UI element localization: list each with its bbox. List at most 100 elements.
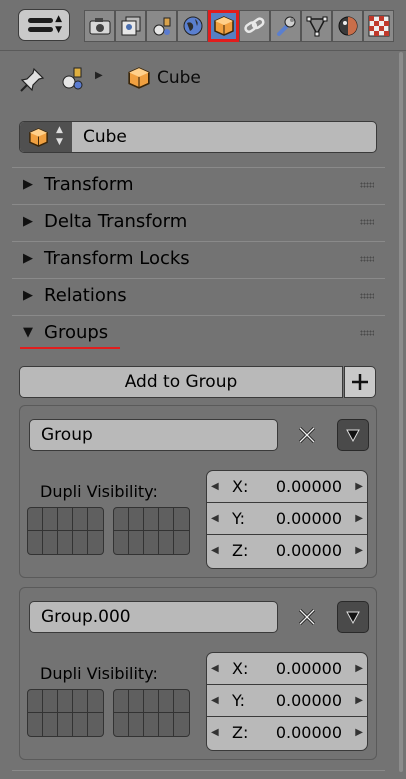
tab-constraints[interactable] [239, 10, 270, 42]
increment-arrow-icon[interactable]: ▶ [355, 695, 363, 706]
close-icon[interactable] [296, 424, 318, 446]
layer-cell[interactable] [88, 690, 103, 713]
layer-cell[interactable] [174, 508, 189, 531]
layer-cell[interactable] [129, 690, 144, 713]
tab-render[interactable] [84, 10, 115, 42]
layer-cell[interactable] [28, 508, 43, 531]
drag-handle-icon[interactable] [360, 293, 374, 299]
offset-x-field[interactable]: ◀ X: 0.00000 ▶ [207, 653, 367, 685]
layer-cell[interactable] [73, 690, 88, 713]
layer-cell[interactable] [58, 690, 73, 713]
panel-relations[interactable]: ▶ Relations [12, 278, 385, 314]
chevron-down-icon: ▼ [55, 25, 62, 35]
layer-cell[interactable] [144, 531, 159, 554]
layer-cell[interactable] [28, 690, 43, 713]
drag-handle-icon[interactable] [360, 219, 374, 225]
layer-cell[interactable] [174, 531, 189, 554]
panel-delta-transform[interactable]: ▶ Delta Transform [12, 204, 385, 240]
layer-cell[interactable] [159, 508, 174, 531]
tab-scene[interactable] [146, 10, 177, 42]
layer-cell[interactable] [88, 531, 103, 554]
tab-modifiers[interactable] [270, 10, 301, 42]
vertex-triangle-icon [306, 16, 327, 37]
layer-cell[interactable] [144, 508, 159, 531]
tab-texture[interactable] [363, 10, 394, 42]
layer-cell[interactable] [144, 713, 159, 736]
drag-handle-icon[interactable] [360, 182, 374, 188]
layer-cell[interactable] [58, 713, 73, 736]
layer-cell[interactable] [159, 531, 174, 554]
new-group-button[interactable] [344, 366, 376, 398]
group-name-field[interactable]: Group [29, 419, 278, 451]
tab-material[interactable] [332, 10, 363, 42]
layer-cell[interactable] [58, 508, 73, 531]
increment-arrow-icon[interactable]: ▶ [355, 545, 363, 556]
editor-type-button[interactable]: ▲ ▼ [18, 9, 70, 41]
layer-cell[interactable] [159, 690, 174, 713]
scrollbar[interactable] [398, 52, 404, 772]
layer-cell[interactable] [88, 713, 103, 736]
tab-world[interactable] [177, 10, 208, 42]
decrement-arrow-icon[interactable]: ◀ [211, 545, 219, 556]
layer-cell[interactable] [58, 531, 73, 554]
layer-cell[interactable] [28, 713, 43, 736]
breadcrumb-object-label: Cube [157, 68, 201, 88]
increment-arrow-icon[interactable]: ▶ [355, 513, 363, 524]
layer-cell[interactable] [174, 713, 189, 736]
offset-z-field[interactable]: ◀ Z: 0.00000 ▶ [207, 717, 367, 749]
dupli-layers-grid[interactable] [27, 507, 104, 555]
panel-groups[interactable]: ▼ Groups [12, 315, 385, 351]
panel-transform[interactable]: ▶ Transform [12, 167, 385, 203]
offset-y-field[interactable]: ◀ Y: 0.00000 ▶ [207, 685, 367, 717]
dupli-layers-grid[interactable] [113, 689, 190, 737]
tab-data[interactable] [301, 10, 332, 42]
tab-object[interactable] [208, 10, 239, 42]
dupli-layers-grid[interactable] [27, 689, 104, 737]
dupli-layers-grid[interactable] [113, 507, 190, 555]
pin-icon[interactable] [20, 66, 46, 92]
tab-render-layers[interactable] [115, 10, 146, 42]
layer-cell[interactable] [28, 531, 43, 554]
object-browse-button[interactable]: ▲ ▼ [20, 122, 72, 152]
decrement-arrow-icon[interactable]: ◀ [211, 663, 219, 674]
drag-handle-icon[interactable] [360, 330, 374, 336]
increment-arrow-icon[interactable]: ▶ [355, 663, 363, 674]
layer-cell[interactable] [43, 531, 58, 554]
group-specials-menu[interactable] [337, 419, 369, 451]
decrement-arrow-icon[interactable]: ◀ [211, 481, 219, 492]
layer-cell[interactable] [129, 531, 144, 554]
panel-transform-locks[interactable]: ▶ Transform Locks [12, 241, 385, 277]
layer-cell[interactable] [159, 713, 174, 736]
layer-cell[interactable] [73, 531, 88, 554]
decrement-arrow-icon[interactable]: ◀ [211, 695, 219, 706]
plus-icon [352, 374, 368, 390]
layer-cell[interactable] [114, 713, 129, 736]
chevron-down-icon: ▼ [56, 137, 63, 147]
add-to-group-button[interactable]: Add to Group [19, 366, 343, 398]
layer-cell[interactable] [114, 531, 129, 554]
layer-cell[interactable] [114, 508, 129, 531]
layer-cell[interactable] [174, 690, 189, 713]
layer-cell[interactable] [73, 508, 88, 531]
layer-cell[interactable] [43, 690, 58, 713]
layer-cell[interactable] [129, 508, 144, 531]
layer-cell[interactable] [73, 713, 88, 736]
offset-x-field[interactable]: ◀ X: 0.00000 ▶ [207, 471, 367, 503]
group-name-field[interactable]: Group.000 [29, 601, 278, 633]
increment-arrow-icon[interactable]: ▶ [355, 481, 363, 492]
offset-y-field[interactable]: ◀ Y: 0.00000 ▶ [207, 503, 367, 535]
layer-cell[interactable] [88, 508, 103, 531]
close-icon[interactable] [296, 606, 318, 628]
layer-cell[interactable] [43, 713, 58, 736]
layer-cell[interactable] [43, 508, 58, 531]
layer-cell[interactable] [129, 713, 144, 736]
group-specials-menu[interactable] [337, 601, 369, 633]
decrement-arrow-icon[interactable]: ◀ [211, 513, 219, 524]
increment-arrow-icon[interactable]: ▶ [355, 727, 363, 738]
layer-cell[interactable] [114, 690, 129, 713]
object-name-field[interactable]: ▲ ▼ Cube [19, 121, 377, 153]
offset-z-field[interactable]: ◀ Z: 0.00000 ▶ [207, 535, 367, 567]
layer-cell[interactable] [144, 690, 159, 713]
drag-handle-icon[interactable] [360, 256, 374, 262]
decrement-arrow-icon[interactable]: ◀ [211, 727, 219, 738]
